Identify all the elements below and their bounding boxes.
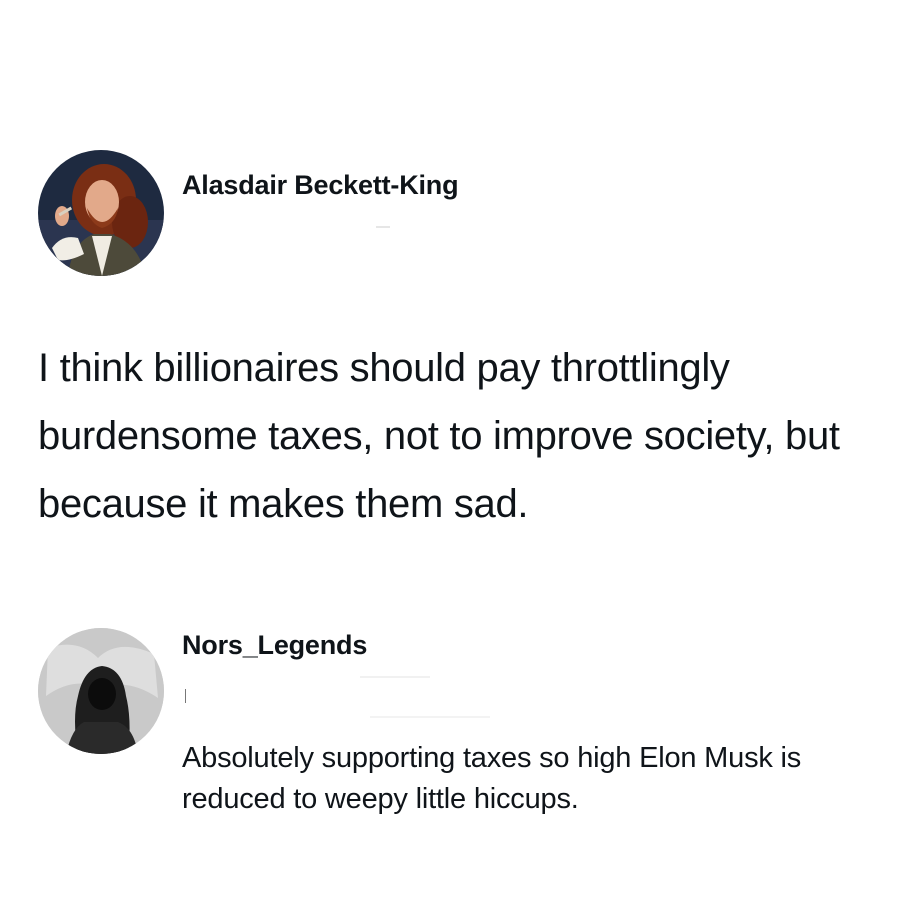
author-name[interactable]: Alasdair Beckett-King	[182, 170, 459, 201]
reply-author-name[interactable]: Nors_Legends	[182, 630, 367, 661]
author-avatar[interactable]	[38, 150, 164, 276]
obscured-handle	[376, 226, 390, 228]
tweet-screenshot: Alasdair Beckett-King I think billionair…	[0, 0, 904, 904]
obscured-replying-to	[370, 716, 490, 718]
text-artifact	[185, 689, 186, 703]
reply-text: Absolutely supporting taxes so high Elon…	[182, 742, 802, 815]
obscured-handle	[360, 676, 430, 678]
tweet-text: I think billionaires should pay throttli…	[38, 346, 840, 526]
man-portrait-icon	[38, 150, 164, 276]
reply-author-avatar[interactable]	[38, 628, 164, 754]
hooded-figure-icon	[38, 628, 164, 754]
